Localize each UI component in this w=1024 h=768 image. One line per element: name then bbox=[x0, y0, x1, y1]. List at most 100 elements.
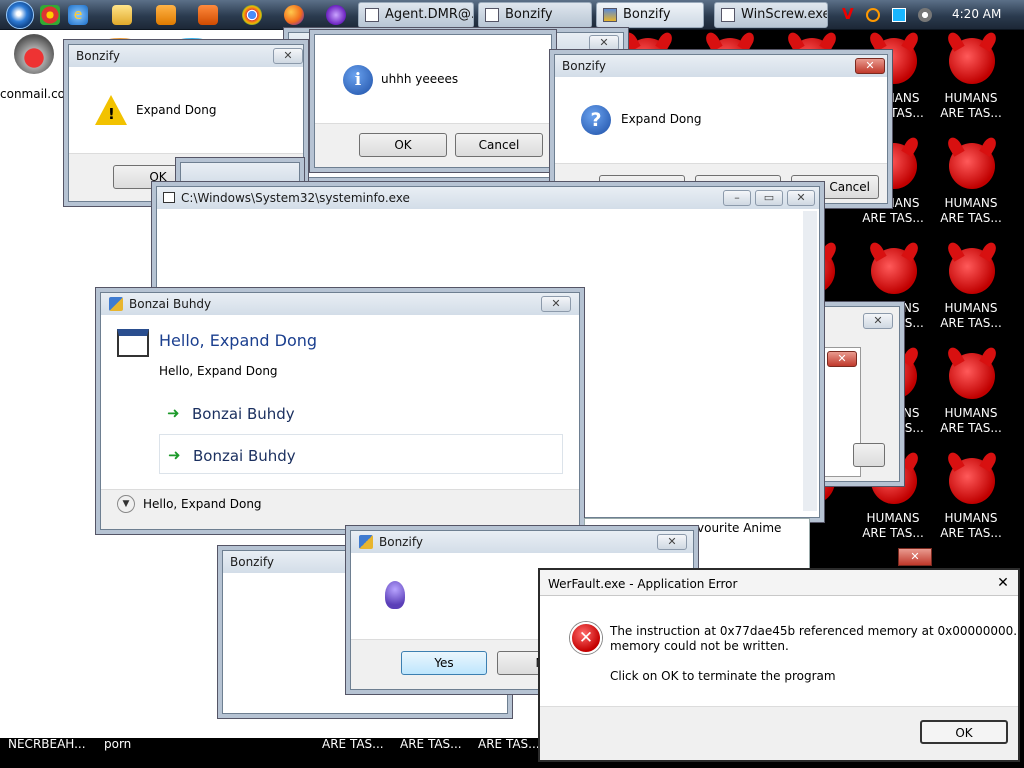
close-icon[interactable]: ✕ bbox=[855, 58, 885, 74]
maximize-button[interactable]: ▭ bbox=[755, 190, 783, 206]
taskbar-button-winscrew[interactable]: WinScrew.exe... bbox=[714, 2, 828, 28]
bonzai-task-dialog: Bonzai Buhdy ✕ Hello, Expand Dong Hello,… bbox=[100, 292, 580, 530]
footer-text: Hello, Expand Dong bbox=[143, 497, 262, 511]
dialog-title: Bonzify bbox=[562, 59, 606, 73]
dialog-message: uhhh yeeees bbox=[381, 72, 459, 86]
werfault-dialog: WerFault.exe - Application Error ✕ ✕ The… bbox=[538, 568, 1024, 762]
minimize-button[interactable]: – bbox=[723, 190, 751, 206]
window-icon bbox=[485, 8, 499, 22]
close-icon[interactable]: ✕ bbox=[827, 351, 857, 367]
devil-desktop-icon[interactable]: HUMANS ARE TAS... bbox=[921, 353, 1021, 458]
shield-icon bbox=[359, 535, 373, 549]
ok-button[interactable]: OK bbox=[359, 133, 447, 157]
dialog-title: Bonzify bbox=[76, 49, 120, 63]
dialog-message: Expand Dong bbox=[621, 112, 702, 126]
devil-icon bbox=[949, 353, 995, 399]
taskbar-button-agent[interactable]: Agent.DMR@... bbox=[358, 2, 474, 28]
dialog-message: Expand Dong bbox=[136, 103, 217, 117]
info-icon: i bbox=[343, 65, 373, 95]
devil-desktop-icon[interactable]: HUMANS ARE TAS... bbox=[921, 458, 1021, 563]
dialog-title: Bonzify bbox=[230, 555, 274, 569]
desktop-icon-label: HUMANS ARE TAS... bbox=[940, 301, 1002, 330]
close-icon[interactable]: ✕ bbox=[863, 313, 893, 329]
console-scrollbar[interactable] bbox=[803, 211, 817, 511]
desktop-icon-label: HUMANS ARE TAS... bbox=[940, 406, 1002, 435]
devil-desktop-icon[interactable]: HUMANS ARE TAS... bbox=[921, 38, 1021, 143]
antivirus-tray-icon[interactable]: V bbox=[842, 5, 856, 23]
main-instruction: Hello, Expand Dong bbox=[159, 331, 318, 350]
desktop-icon-label: HUMANS ARE TAS... bbox=[940, 511, 1002, 540]
display-tray-icon[interactable] bbox=[892, 8, 906, 22]
arrow-right-icon: ➜ bbox=[167, 404, 180, 422]
error-icon: ✕ bbox=[570, 622, 602, 654]
bonzify-question-dialog: Bonzify ✕ ? Expand Dong Cancel bbox=[554, 54, 888, 204]
desktop-label-tas1[interactable]: ARE TAS... bbox=[322, 737, 384, 751]
volume-tray-icon[interactable] bbox=[918, 8, 932, 22]
close-icon[interactable]: ✕ bbox=[589, 35, 619, 51]
cancel-button[interactable]: Cancel bbox=[455, 133, 543, 157]
close-icon[interactable]: ✕ bbox=[657, 534, 687, 550]
yes-button[interactable]: Yes bbox=[401, 651, 487, 675]
app-icon-orange[interactable] bbox=[198, 5, 218, 25]
devil-icon bbox=[871, 248, 917, 294]
console-icon bbox=[163, 192, 175, 203]
devil-desktop-icon[interactable]: HUMANS ARE TAS... bbox=[921, 143, 1021, 248]
error-line-1: The instruction at 0x77dae45b referenced… bbox=[610, 624, 1024, 638]
warning-icon-mark: ! bbox=[108, 105, 115, 123]
bonzi-buddy-icon bbox=[385, 581, 405, 609]
shield-icon bbox=[109, 297, 123, 311]
clock[interactable]: 4:20 AM bbox=[952, 7, 1001, 21]
ok-button[interactable]: OK bbox=[920, 720, 1008, 744]
fragment-text: vourite Anime bbox=[697, 521, 782, 535]
devil-icon bbox=[949, 248, 995, 294]
window-title: C:\Windows\System32\systeminfo.exe bbox=[181, 191, 410, 205]
taskbar: e Agent.DMR@... Bonzify Bonzify WinScrew… bbox=[0, 0, 1024, 30]
title-bar bbox=[181, 163, 299, 185]
firefox-icon[interactable] bbox=[284, 5, 304, 25]
devil-icon bbox=[949, 143, 995, 189]
start-orb-icon[interactable] bbox=[6, 1, 34, 29]
arrow-right-icon: ➜ bbox=[168, 446, 181, 464]
window-app-icon bbox=[117, 329, 149, 357]
desktop-label-porn[interactable]: porn bbox=[104, 737, 131, 751]
shield-icon bbox=[603, 8, 617, 22]
taskbar-button-bonzify-2[interactable]: Bonzify bbox=[596, 2, 704, 28]
close-icon[interactable]: ✕ bbox=[541, 296, 571, 312]
question-icon: ? bbox=[581, 105, 611, 135]
command-link-1[interactable]: ➜ Bonzai Buhdy bbox=[159, 393, 563, 431]
desktop-shortcut-icon[interactable] bbox=[14, 34, 54, 74]
error-line-3: Click on OK to terminate the program bbox=[610, 669, 836, 683]
dialog-title: Bonzify bbox=[379, 535, 423, 549]
taskbar-button-bonzify-1[interactable]: Bonzify bbox=[478, 2, 592, 28]
desktop-label-necr[interactable]: NECRBEAH... bbox=[8, 737, 86, 751]
close-button[interactable]: ✕ bbox=[787, 190, 815, 206]
internet-explorer-icon[interactable]: e bbox=[68, 5, 88, 25]
command-link-label: Bonzai Buhdy bbox=[192, 405, 295, 423]
devil-icon bbox=[949, 458, 995, 504]
chrome-icon-left[interactable] bbox=[40, 5, 60, 25]
media-player-icon[interactable] bbox=[156, 5, 176, 25]
dialog-title: Bonzai Buhdy bbox=[129, 297, 212, 311]
expand-chevron-icon[interactable]: ▼ bbox=[117, 495, 135, 513]
desktop-label-tas3[interactable]: ARE TAS... bbox=[478, 737, 540, 751]
window-icon bbox=[721, 8, 735, 22]
search-tray-icon[interactable] bbox=[866, 8, 880, 22]
email-fragment: conmail.com bbox=[0, 87, 77, 101]
fragment-button[interactable] bbox=[853, 443, 885, 467]
dialog-title: WerFault.exe - Application Error bbox=[548, 577, 738, 591]
chrome-icon[interactable] bbox=[242, 5, 262, 25]
devil-desktop-icon[interactable]: HUMANS ARE TAS... bbox=[921, 248, 1021, 353]
close-button[interactable]: ✕ bbox=[994, 575, 1012, 591]
content-text: Hello, Expand Dong bbox=[159, 364, 278, 378]
desktop-label-tas2[interactable]: ARE TAS... bbox=[400, 737, 462, 751]
red-close-fragment[interactable]: ✕ bbox=[898, 548, 932, 566]
close-icon[interactable]: ✕ bbox=[273, 48, 303, 64]
command-link-2[interactable]: ➜ Bonzai Buhdy bbox=[159, 434, 563, 474]
window-icon bbox=[365, 8, 379, 22]
background-dialog-fragment: ✕ ✕ bbox=[806, 306, 900, 482]
folder-icon[interactable] bbox=[112, 5, 132, 25]
error-line-2: memory could not be written. bbox=[610, 639, 789, 653]
tor-browser-icon[interactable] bbox=[326, 5, 346, 25]
desktop-icon-label: HUMANS ARE TAS... bbox=[940, 196, 1002, 225]
desktop-icon-label: HUMANS ARE TAS... bbox=[940, 91, 1002, 120]
